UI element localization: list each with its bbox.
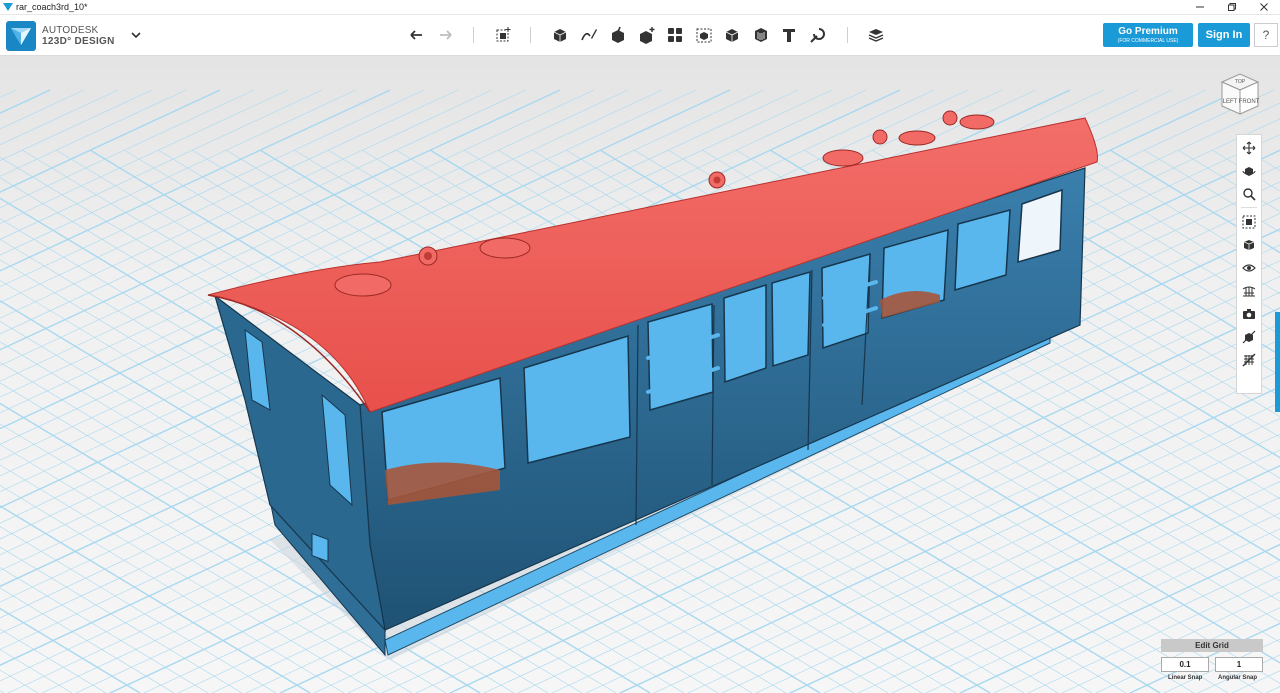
minimize-icon bbox=[1196, 6, 1204, 8]
pattern-tool[interactable] bbox=[665, 25, 685, 45]
orbit-icon bbox=[1242, 167, 1256, 176]
camera-icon bbox=[1243, 309, 1255, 319]
scene-canvas[interactable] bbox=[0, 56, 1280, 693]
navigation-bar bbox=[1236, 134, 1262, 394]
transform-tool[interactable] bbox=[493, 25, 513, 45]
app-logo-icon[interactable] bbox=[6, 21, 36, 51]
maximize-button[interactable] bbox=[1216, 0, 1248, 14]
default-view-button[interactable] bbox=[1240, 236, 1258, 254]
side-panel-tab[interactable] bbox=[1275, 312, 1280, 412]
layers-icon bbox=[868, 29, 884, 42]
redo-icon bbox=[440, 30, 452, 40]
snap-tool[interactable] bbox=[808, 25, 828, 45]
visibility-button[interactable] bbox=[1240, 259, 1258, 277]
snap-icon bbox=[810, 28, 825, 43]
undo-button[interactable] bbox=[407, 25, 427, 45]
screenshot-button[interactable] bbox=[1240, 305, 1258, 323]
construct-tool[interactable] bbox=[608, 25, 628, 45]
main-toolbar: AUTODESK 123D° DESIGN Go Premium (FOR CO… bbox=[0, 15, 1280, 56]
text-icon bbox=[783, 29, 795, 42]
text-tool[interactable] bbox=[779, 25, 799, 45]
go-premium-sublabel: (FOR COMMERCIAL USE) bbox=[1117, 38, 1179, 44]
pan-button[interactable] bbox=[1240, 139, 1258, 157]
view-cube[interactable]: TOP LEFT FRONT bbox=[1212, 66, 1268, 122]
angular-snap-label: Angular Snap bbox=[1218, 675, 1258, 681]
fit-icon bbox=[1242, 215, 1256, 229]
viewcube-top-label: TOP bbox=[1235, 79, 1246, 85]
measure-tool[interactable] bbox=[751, 25, 771, 45]
combine-tool[interactable] bbox=[722, 25, 742, 45]
app-logo-icon bbox=[3, 3, 13, 11]
outline-icon bbox=[1242, 330, 1256, 344]
material-tool[interactable] bbox=[866, 25, 886, 45]
measure-icon bbox=[755, 28, 767, 42]
transform-icon bbox=[496, 27, 511, 42]
zoom-button[interactable] bbox=[1240, 185, 1258, 203]
zoom-icon bbox=[1243, 188, 1256, 201]
sketch-tool[interactable] bbox=[579, 25, 599, 45]
combine-icon bbox=[725, 29, 739, 42]
toolbar-separator bbox=[530, 27, 531, 43]
title-bar: rar_coach3rd_10* bbox=[0, 0, 1280, 15]
brand-autodesk: AUTODESK bbox=[42, 25, 99, 36]
orbit-button[interactable] bbox=[1240, 162, 1258, 180]
modify-icon bbox=[640, 27, 655, 44]
restore-icon bbox=[1228, 3, 1236, 11]
pattern-icon bbox=[668, 28, 682, 42]
minimize-button[interactable] bbox=[1184, 0, 1216, 14]
grid-toggle-button[interactable] bbox=[1240, 351, 1258, 369]
grid-off-icon bbox=[1242, 353, 1256, 367]
cube-icon bbox=[1243, 240, 1255, 250]
3d-viewport[interactable]: TOP LEFT FRONT Edit Grid 0.1 1 Linear Sn… bbox=[0, 56, 1280, 693]
fit-button[interactable] bbox=[1240, 213, 1258, 231]
edit-grid-button[interactable]: Edit Grid bbox=[1161, 639, 1263, 652]
help-button[interactable]: ? bbox=[1254, 23, 1278, 47]
go-premium-label: Go Premium bbox=[1118, 26, 1178, 37]
undo-icon bbox=[410, 30, 422, 40]
group-icon bbox=[696, 28, 712, 43]
chevron-down-icon[interactable] bbox=[130, 29, 142, 41]
viewcube-left-label: LEFT bbox=[1223, 99, 1238, 105]
window-title: rar_coach3rd_10* bbox=[16, 2, 88, 12]
redo-button[interactable] bbox=[435, 25, 455, 45]
materials-view-button[interactable] bbox=[1240, 282, 1258, 300]
outline-toggle-button[interactable] bbox=[1240, 328, 1258, 346]
linear-snap-label: Linear Snap bbox=[1168, 675, 1203, 681]
mesh-icon bbox=[1242, 286, 1256, 297]
group-tool[interactable] bbox=[694, 25, 714, 45]
go-premium-button[interactable]: Go Premium (FOR COMMERCIAL USE) bbox=[1103, 23, 1193, 47]
sketch-icon bbox=[581, 29, 597, 41]
angular-snap-input[interactable]: 1 bbox=[1215, 657, 1263, 672]
sign-in-button[interactable]: Sign In bbox=[1198, 23, 1250, 47]
close-icon bbox=[1260, 3, 1268, 11]
close-button[interactable] bbox=[1248, 0, 1280, 14]
primitives-tool[interactable] bbox=[550, 25, 570, 45]
eye-icon bbox=[1242, 264, 1256, 272]
primitives-icon bbox=[553, 29, 567, 42]
toolbar-separator bbox=[847, 27, 848, 43]
viewcube-front-label: FRONT bbox=[1239, 99, 1260, 105]
modify-tool[interactable] bbox=[637, 25, 657, 45]
linear-snap-input[interactable]: 0.1 bbox=[1161, 657, 1209, 672]
brand-product: 123D° DESIGN bbox=[42, 36, 115, 47]
construct-icon bbox=[612, 26, 624, 43]
toolbar-separator bbox=[473, 27, 474, 43]
nav-separator bbox=[1241, 207, 1257, 208]
pan-icon bbox=[1242, 141, 1256, 155]
